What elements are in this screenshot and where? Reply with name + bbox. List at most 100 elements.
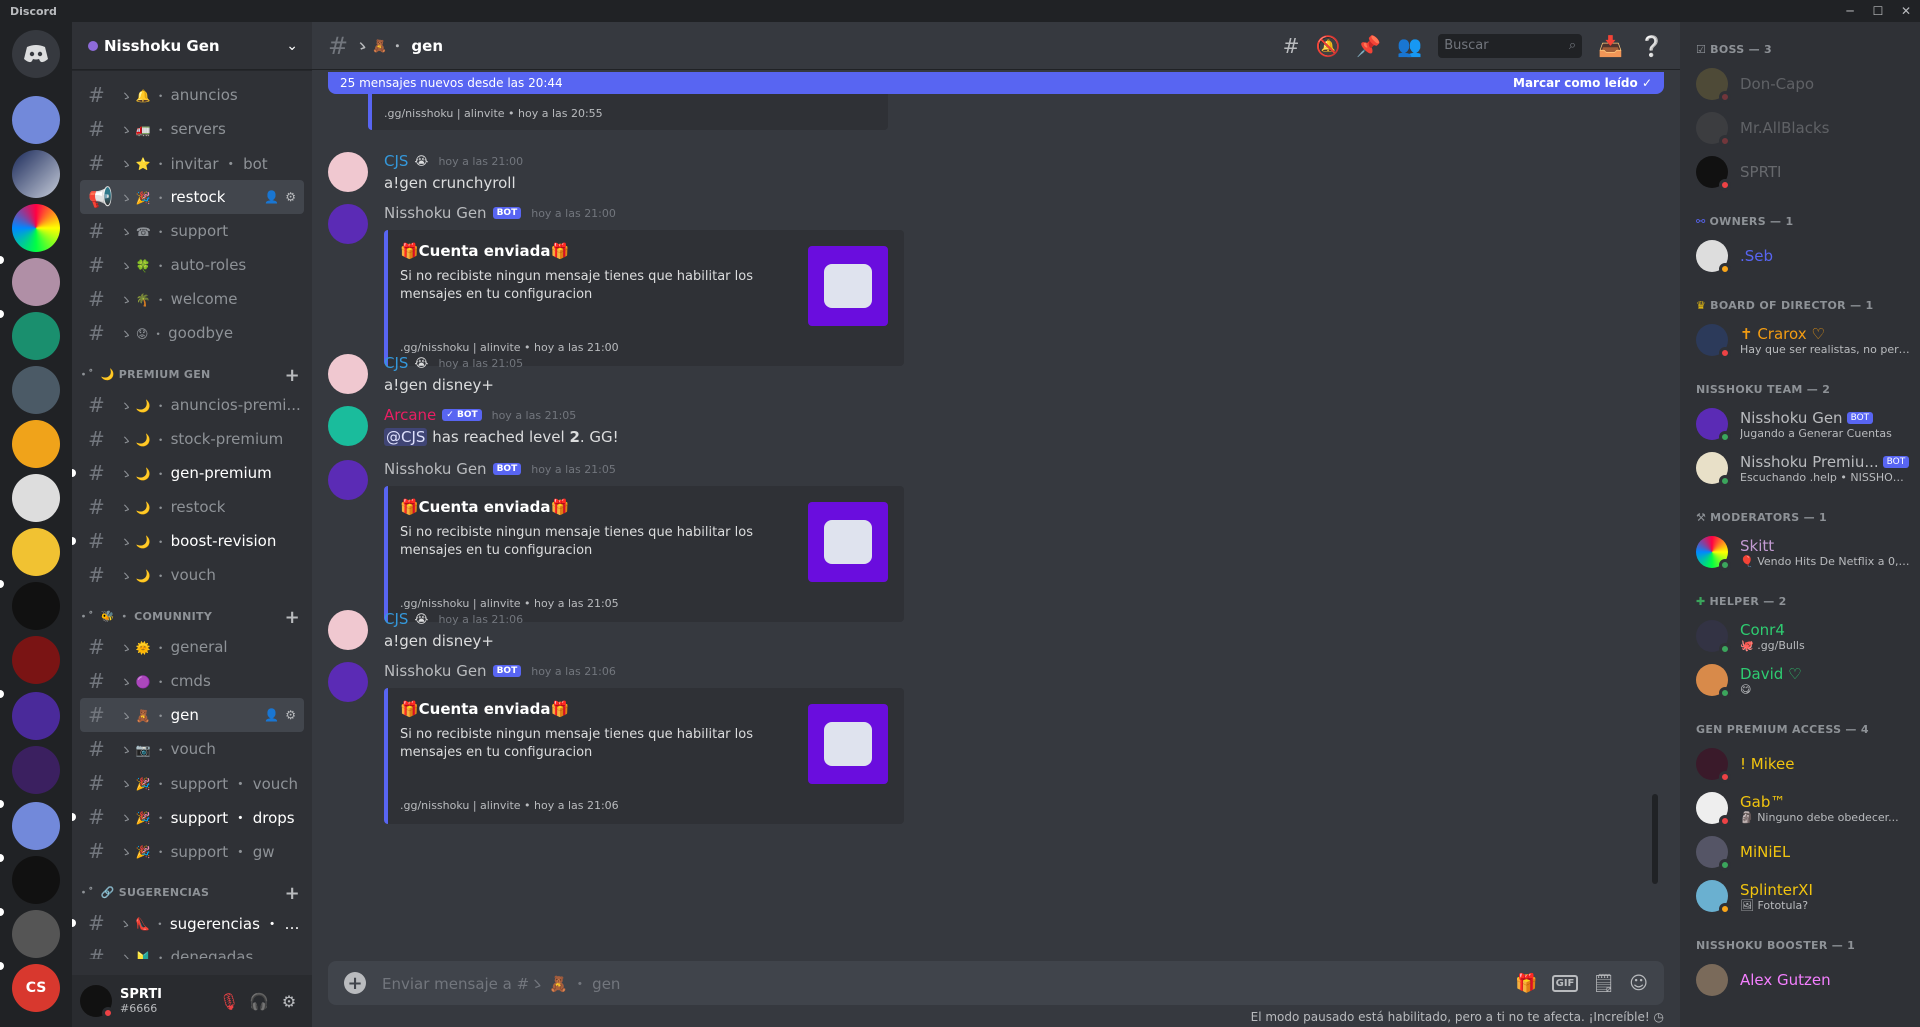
avatar[interactable] <box>328 662 368 702</box>
channel-support-gw[interactable]: # ゝ 🎉 ・ support ・ gw <box>80 834 304 868</box>
category-community[interactable]: ・゜🐝 ・ COMUNNITY + <box>72 592 312 630</box>
chevron-down-icon[interactable]: ⌄ <box>286 38 298 54</box>
message-composer[interactable]: + Enviar mensaje a #ゝ 🧸 ・ gen 🎁 GIF 🗒 ☺ <box>328 961 1664 1005</box>
threads-icon[interactable]: # <box>1283 34 1300 58</box>
member-item[interactable]: Don-Capo <box>1688 62 1920 106</box>
pin-icon[interactable]: 📌 <box>1356 34 1381 58</box>
channel-gen-premium[interactable]: # ゝ 🌙 ・ gen-premium <box>72 456 304 490</box>
minimize-icon[interactable]: ─ <box>1836 0 1864 22</box>
avatar[interactable] <box>80 985 114 1019</box>
channel-cmds[interactable]: # ゝ 🟣 ・ cmds <box>80 664 304 698</box>
server-icon[interactable] <box>12 312 60 360</box>
embed-thumbnail[interactable] <box>808 502 888 582</box>
channel-invitar-bot[interactable]: # ゝ ⭐ ・ invitar ・ bot <box>80 146 304 180</box>
server-icon[interactable] <box>12 636 60 684</box>
server-icon[interactable]: CS <box>12 964 60 1012</box>
category-sugerencias[interactable]: ・゜🔗 SUGERENCIAS + <box>72 868 312 906</box>
gift-icon[interactable]: 🎁 <box>1515 973 1537 994</box>
channel-sugerencias[interactable]: # ゝ 👠 ・ sugerencias ・ b... <box>72 906 304 940</box>
scrollbar[interactable] <box>1652 794 1658 884</box>
add-attachment-icon[interactable]: + <box>344 972 366 994</box>
server-icon[interactable] <box>12 582 60 630</box>
new-messages-bar[interactable]: 25 mensajes nuevos desde las 20:44 Marca… <box>328 72 1664 94</box>
invite-icon[interactable]: 👤 <box>264 190 279 204</box>
deafen-icon[interactable]: 🎧 <box>244 986 274 1016</box>
mute-mic-icon[interactable]: 🎙 <box>214 986 244 1016</box>
discord-home-icon[interactable] <box>12 30 60 78</box>
avatar[interactable] <box>328 152 368 192</box>
server-icon[interactable] <box>12 96 60 144</box>
avatar[interactable] <box>328 406 368 446</box>
sticker-icon[interactable]: 🗒 <box>1592 973 1615 994</box>
avatar[interactable] <box>328 610 368 650</box>
avatar[interactable] <box>328 354 368 394</box>
channel-support-vouch[interactable]: # ゝ 🎉 ・ support ・ vouch <box>80 766 304 800</box>
channel-anuncios-premium[interactable]: # ゝ 🌙 ・ anuncios-premi... <box>80 388 304 422</box>
member-item[interactable]: Gab™ 🗿 Ninguno debe obedecer... <box>1688 786 1920 830</box>
channel-anuncios[interactable]: # ゝ 🔔 ・ anuncios <box>80 78 304 112</box>
category-premium-gen[interactable]: ・゜🌙 PREMIUM GEN + <box>72 350 312 388</box>
channel-servers[interactable]: # ゝ 🚛 ・ servers <box>80 112 304 146</box>
member-item[interactable]: Nisshoku Gen BOT Jugando a Generar Cuentas <box>1688 402 1920 446</box>
close-icon[interactable]: ✕ <box>1892 0 1920 22</box>
member-item[interactable]: SPRTI <box>1688 150 1920 194</box>
inbox-icon[interactable]: 📥 <box>1598 34 1623 58</box>
search-input[interactable]: Buscar ⌕ <box>1438 33 1583 58</box>
server-icon[interactable] <box>12 746 60 794</box>
server-icon[interactable] <box>12 204 60 252</box>
member-item[interactable]: Skitt 🎈 Vendo Hits De Netflix a 0,3... <box>1688 530 1920 574</box>
server-icon[interactable] <box>12 420 60 468</box>
member-item[interactable]: David ♡ 😋 <box>1688 658 1920 702</box>
member-item[interactable]: ✝ Crarox ♡ Hay que ser realistas, no perf… <box>1688 318 1920 362</box>
notification-bell-icon[interactable]: 🔕 <box>1315 34 1340 58</box>
member-item[interactable]: Alex Gutzen <box>1688 958 1920 1002</box>
gear-icon[interactable]: ⚙ <box>285 708 296 722</box>
channel-general[interactable]: # ゝ 🌞 ・ general <box>80 630 304 664</box>
gear-icon[interactable]: ⚙ <box>285 190 296 204</box>
embed-thumbnail[interactable] <box>808 704 888 784</box>
channel-support-drops[interactable]: # ゝ 🎉 ・ support ・ drops <box>72 800 304 834</box>
server-header[interactable]: Nisshoku Gen ⌄ <box>72 22 312 70</box>
channel-vouch[interactable]: # ゝ 📷 ・ vouch <box>80 732 304 766</box>
add-channel-icon[interactable]: + <box>285 609 300 627</box>
channel-welcome[interactable]: # ゝ 🌴 ・ welcome <box>80 282 304 316</box>
avatar[interactable] <box>328 204 368 244</box>
member-item[interactable]: Mr.AllBlacks <box>1688 106 1920 150</box>
channel-stock-premium[interactable]: # ゝ 🌙 ・ stock-premium <box>80 422 304 456</box>
member-list-icon[interactable]: 👥 <box>1397 34 1422 58</box>
server-icon[interactable] <box>12 910 60 958</box>
add-channel-icon[interactable]: + <box>285 885 300 903</box>
add-channel-icon[interactable]: + <box>285 367 300 385</box>
invite-icon[interactable]: 👤 <box>264 708 279 722</box>
message-input[interactable]: Enviar mensaje a #ゝ 🧸 ・ gen <box>382 973 1515 994</box>
help-icon[interactable]: ❔ <box>1639 34 1664 58</box>
server-icon[interactable] <box>12 856 60 904</box>
channel-restock-premium[interactable]: # ゝ 🌙 ・ restock <box>80 490 304 524</box>
server-icon[interactable] <box>12 528 60 576</box>
member-item[interactable]: .Seb <box>1688 234 1920 278</box>
channel-auto-roles[interactable]: # ゝ 🍀 ・ auto-roles <box>80 248 304 282</box>
emoji-icon[interactable]: ☺ <box>1629 973 1648 994</box>
member-item[interactable]: Conr4 🐙 .gg/Bulls <box>1688 614 1920 658</box>
maximize-icon[interactable]: ☐ <box>1864 0 1892 22</box>
member-item[interactable]: MiNiEL <box>1688 830 1920 874</box>
member-item[interactable]: SplinterXI 🖼 Fototula? <box>1688 874 1920 918</box>
server-icon[interactable] <box>12 258 60 306</box>
server-icon[interactable] <box>12 150 60 198</box>
channel-gen[interactable]: # ゝ 🧸 ・ gen 👤 ⚙ <box>80 698 304 732</box>
embed-thumbnail[interactable] <box>808 246 888 326</box>
server-icon[interactable] <box>12 802 60 850</box>
member-item[interactable]: Nisshoku Premiu... BOT Escuchando .help • … <box>1688 446 1920 490</box>
gear-icon[interactable]: ⚙ <box>274 986 304 1016</box>
avatar[interactable] <box>328 460 368 500</box>
gif-button[interactable]: GIF <box>1551 974 1579 992</box>
channel-denegadas[interactable]: # ゝ 🔰 ・ denegadas <box>80 940 304 959</box>
server-icon[interactable] <box>12 474 60 522</box>
channel-restock[interactable]: 📢 ゝ 🎉 ・ restock 👤 ⚙ <box>80 180 304 214</box>
member-item[interactable]: ! Mikee <box>1688 742 1920 786</box>
server-icon[interactable] <box>12 692 60 740</box>
channel-boost-revision[interactable]: # ゝ 🌙 ・ boost-revision <box>72 524 304 558</box>
mark-read-button[interactable]: Marcar como leído ✓ <box>1513 76 1652 90</box>
user-mention[interactable]: @CJS <box>384 428 428 446</box>
channel-vouch-premium[interactable]: # ゝ 🌙 ・ vouch <box>80 558 304 592</box>
